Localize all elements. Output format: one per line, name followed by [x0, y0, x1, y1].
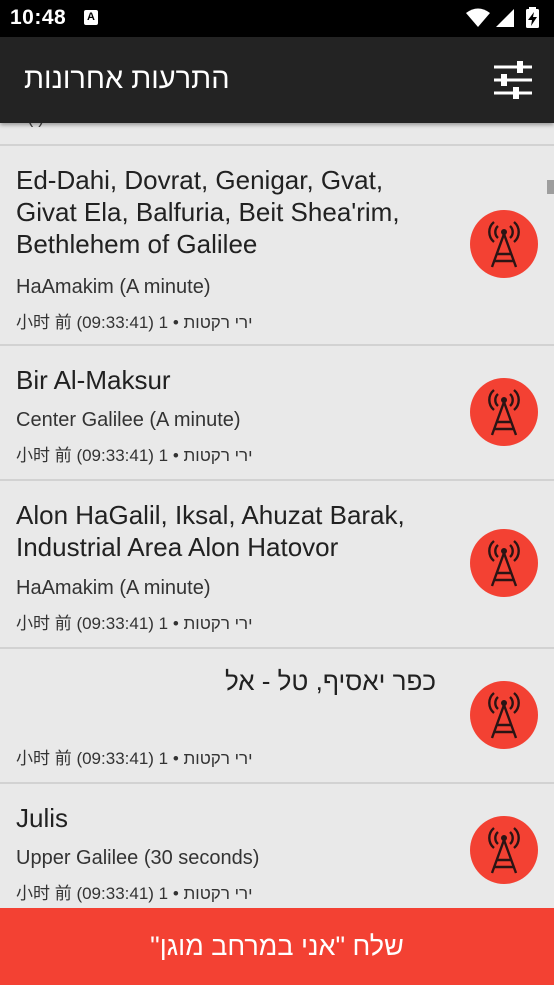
alert-type-icon	[470, 210, 538, 278]
partial-list-item: • ( )	[16, 123, 44, 128]
alert-item-4[interactable]: כפר יאסיף, טל - אל 小时 前 (09:33:41) 1 • י…	[0, 649, 554, 782]
alert-time: 小时 前 (09:33:41) 1 • ירי רקטות	[16, 614, 253, 633]
alert-time: 小时 前 (09:33:41) 1 • ירי רקטות	[16, 313, 253, 332]
alert-cities: Ed-Dahi, Dovrat, Genigar, Gvat, Givat El…	[16, 165, 400, 259]
scrollbar-thumb[interactable]	[547, 180, 554, 194]
alert-item-5[interactable]: Julis Upper Galilee (30 seconds) 小时 前 (0…	[0, 784, 554, 908]
notification-icon: A	[84, 10, 98, 25]
radio-tower-icon	[488, 692, 520, 739]
send-safe-status-button[interactable]: שלח "אני במרחב מוגן"	[0, 908, 554, 985]
status-bar: 10:48 A	[0, 0, 554, 37]
wifi-icon	[466, 8, 490, 27]
alert-item-2[interactable]: Bir Al-Maksur Center Galilee (A minute) …	[0, 346, 554, 479]
radio-tower-icon	[488, 389, 520, 436]
alert-type-icon	[470, 681, 538, 749]
radio-tower-icon	[488, 540, 520, 587]
radio-tower-icon	[488, 221, 520, 268]
filter-settings-button[interactable]	[492, 59, 534, 101]
alert-cities: Alon HaGalil, Iksal, Ahuzat Barak, Indus…	[16, 500, 405, 562]
app-bar: התרעות אחרונות	[0, 37, 554, 123]
battery-charging-icon	[526, 7, 539, 28]
alert-type-icon	[470, 378, 538, 446]
sliders-icon	[494, 61, 532, 99]
alert-time: 小时 前 (09:33:41) 1 • ירי רקטות	[16, 884, 253, 903]
alert-item-3[interactable]: Alon HaGalil, Iksal, Ahuzat Barak, Indus…	[0, 481, 554, 647]
status-icons	[466, 7, 544, 29]
page-title: התרעות אחרונות	[24, 63, 230, 95]
alert-zone: Center Galilee (A minute)	[16, 409, 241, 431]
alert-time: 小时 前 (09:33:41) 1 • ירי רקטות	[16, 446, 253, 465]
alert-type-icon	[470, 816, 538, 884]
alert-zone: Upper Galilee (30 seconds)	[16, 847, 260, 869]
status-time: 10:48	[10, 6, 67, 29]
alert-zone: HaAmakim (A minute)	[16, 577, 211, 599]
alert-cities: כפר יאסיף, טל - אל	[224, 666, 436, 696]
alert-time: 小时 前 (09:33:41) 1 • ירי רקטות	[16, 749, 253, 768]
alert-cities: Bir Al-Maksur	[16, 365, 171, 395]
alerts-list[interactable]: • ( ) Ed-Dahi, Dovrat, Genigar, Gvat, Gi…	[0, 123, 554, 908]
screen: 10:48 A התרעות אחרונות Ed-Dahi, Dovrat, …	[0, 0, 554, 985]
radio-tower-icon	[488, 827, 520, 874]
alert-type-icon	[470, 529, 538, 597]
alert-cities: Julis	[16, 803, 69, 833]
cell-signal-icon	[496, 9, 514, 27]
alert-zone: HaAmakim (A minute)	[16, 276, 211, 298]
alert-item-1[interactable]: Ed-Dahi, Dovrat, Genigar, Gvat, Givat El…	[0, 146, 554, 344]
